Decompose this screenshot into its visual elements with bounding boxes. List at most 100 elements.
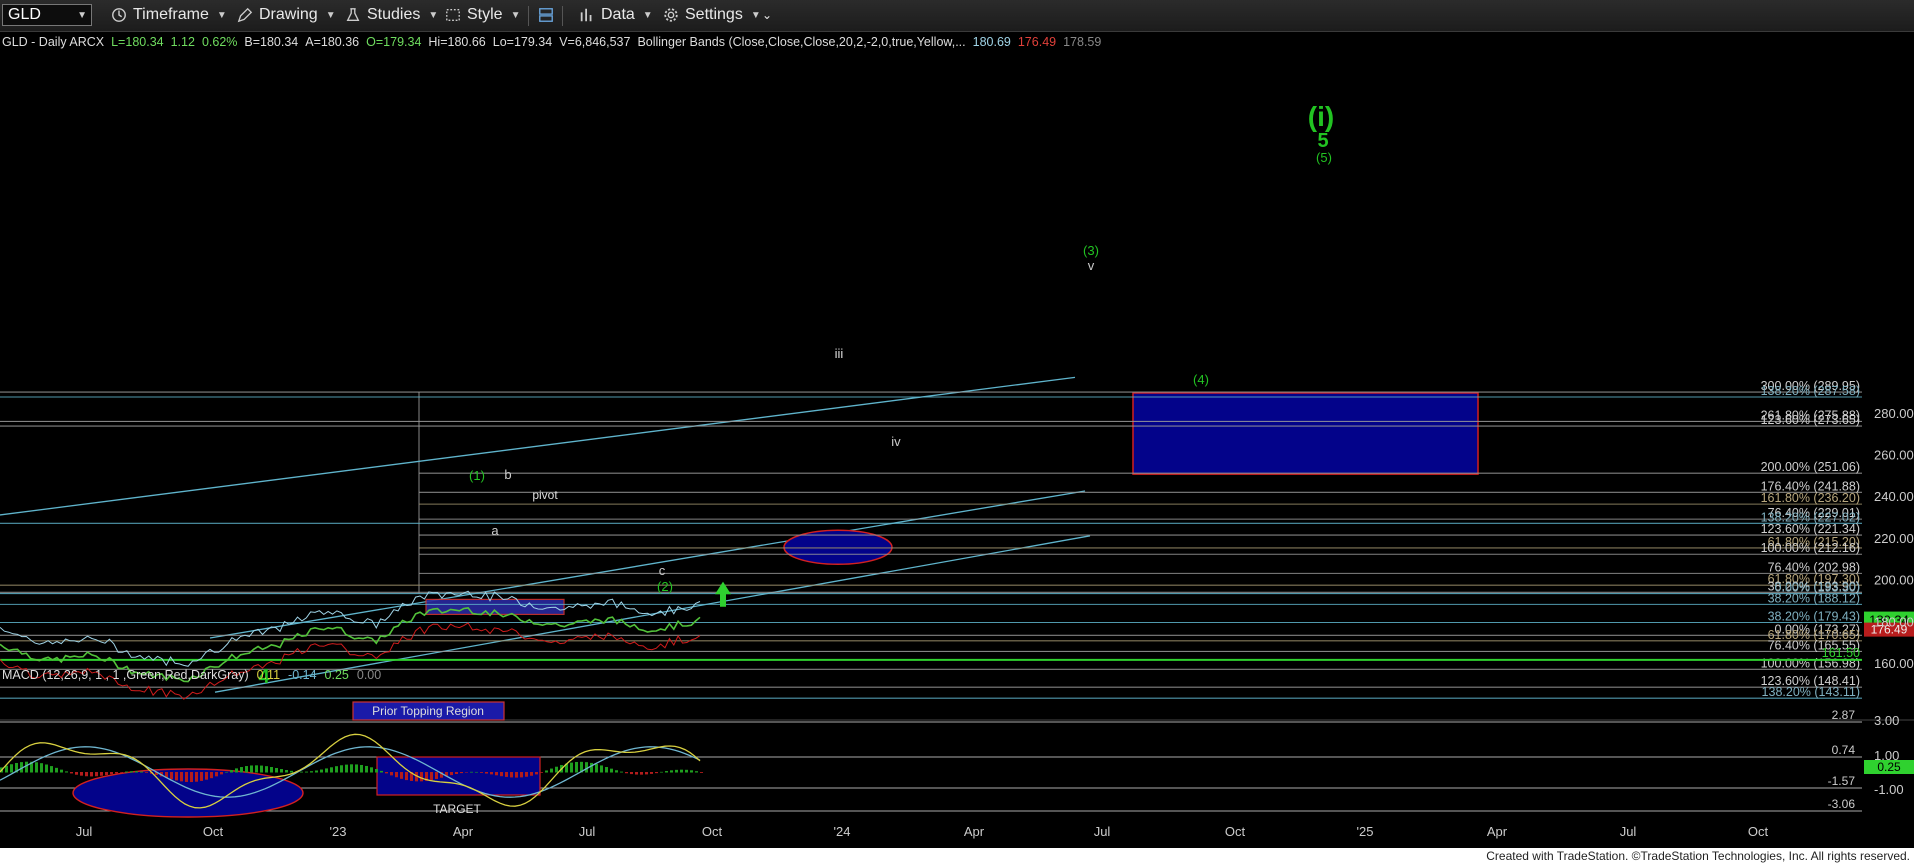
macd-histogram-bar [135,771,138,773]
time-axis-label: Oct [1225,824,1246,839]
macd-histogram-bar [70,772,73,774]
macd-histogram-bar [540,772,543,773]
header-change: 1.12 [171,35,195,49]
chart-area[interactable]: 300.00% (289.95)138.20% (287.58)261.80% … [0,31,1914,848]
time-axis-label: Apr [1487,824,1508,839]
macd-histogram-bar [645,772,648,775]
macd-histogram-bar [525,772,528,777]
macd-histogram-bar [310,771,313,773]
wave-a-label: a [491,523,499,538]
header-bb-lower: 176.49 [1018,35,1056,49]
macd-histogram-bar [85,772,88,777]
macd-histogram-bar [300,771,303,773]
macd-histogram-bar [315,770,318,773]
wave-5-label: 5 [1317,130,1328,152]
macd-histogram-bar [100,772,103,776]
macd-histogram-bar [285,770,288,773]
macd-histogram-bar [555,766,558,773]
macd-histogram-bar [665,771,668,773]
macd-histogram-bar [125,771,128,773]
layout-button[interactable] [537,5,560,25]
footer: Created with TradeStation. ©TradeStation… [0,848,1914,865]
macd-histogram-bar [50,766,53,773]
time-axis-label: Jul [1620,824,1637,839]
macd-histogram-bar [205,772,208,780]
macd-histogram-bar [200,772,203,781]
macd-histogram-bar [55,767,58,773]
more-options-button[interactable]: ⌄ [762,5,772,25]
drawing-menu[interactable]: Drawing ▼ [236,5,336,25]
data-menu[interactable]: Data ▼ [578,5,653,25]
header-low: Lo=179.34 [493,35,552,49]
price-axis-label: 160.00 [1874,656,1914,671]
macd-histogram-bar [330,767,333,773]
macd-histogram-bar [690,770,693,773]
macd-histogram-bar [345,764,348,773]
style-icon [446,9,460,21]
target-zone-box [1132,392,1479,475]
macd-level-label: -1.57 [1828,774,1856,788]
macd-histogram-bar [145,772,148,773]
timeframe-menu[interactable]: Timeframe ▼ [110,5,227,25]
chevron-down-icon: ▼ [750,9,761,21]
channel-middle-line [209,490,1086,639]
macd-histogram-bar [385,772,388,774]
wave-2-label: (2) [657,579,673,594]
macd-histogram-bar [625,772,628,774]
fib-level-label: 100.00% (212.16) [1761,541,1860,555]
macd-histogram-bar [265,766,268,773]
header-high: Hi=180.66 [428,35,485,49]
macd-histogram-bar [95,772,98,777]
fib-level-label: 123.60% (273.65) [1761,413,1860,427]
header-open: O=179.34 [366,35,421,49]
macd-histogram-bar [340,765,343,773]
settings-menu[interactable]: Settings ▼ [662,5,761,25]
macd-histogram-bar [355,764,358,773]
macd-histogram-bar [245,766,248,773]
macd-header-label: MACD (12,26,9, 1 , 1 ,Green,Red,DarkGray… [2,668,249,682]
chevron-down-icon[interactable]: ▼ [77,10,87,21]
macd-histogram-bar [435,772,438,779]
macd-header-v2: -0.14 [288,668,317,682]
toolbar: GLD ▼ Timeframe ▼ Drawing ▼ Studies ▼ Style… [0,0,1914,32]
macd-histogram-bar [535,772,538,775]
macd-histogram-bar [250,765,253,773]
fib-level-label: 138.20% (287.58) [1761,384,1860,398]
time-axis-label: Apr [964,824,985,839]
macd-axis-label: -1.00 [1874,782,1904,797]
fib-level-label: 138.20% (143.11) [1762,685,1860,699]
macd-histogram-bar [570,762,573,773]
macd-histogram-bar [175,772,178,781]
studies-label: Studies [367,6,421,23]
macd-histogram-bar [210,772,213,779]
toolbar-divider [528,6,529,26]
macd-histogram-bar [635,772,638,775]
macd-histogram-bar [650,772,653,774]
style-menu[interactable]: Style ▼ [444,5,520,25]
macd-histogram-bar [490,772,493,775]
wave-c-label: c [659,563,666,578]
macd-histogram-bar [270,766,273,773]
macd-histogram-bar [130,771,133,773]
macd-histogram-bar [685,769,688,773]
header-quote-line: GLD - Daily ARCX L=180.34 1.12 0.62% B=180.3… [2,35,1101,49]
macd-histogram-bar [655,772,658,774]
macd-histogram-bar [365,765,368,773]
macd-histogram-bar [380,770,383,773]
wave-paren5-label: (5) [1316,150,1332,165]
macd-histogram-bar [595,764,598,773]
symbol-input[interactable]: GLD ▼ [2,4,92,26]
macd-histogram-bar [120,772,123,773]
time-axis-label: Apr [453,824,474,839]
macd-histogram-bar [405,772,408,781]
macd-histogram-bar [90,772,93,777]
macd-histogram-bar [35,762,38,773]
header-study: Bollinger Bands (Close,Close,Close,20,2,… [637,35,965,49]
macd-histogram-bar [10,764,13,773]
macd-histogram-bar [80,772,83,776]
macd-histogram-bar [290,770,293,773]
macd-histogram-bar [235,768,238,773]
studies-menu[interactable]: Studies ▼ [344,5,438,25]
macd-histogram-bar [475,771,478,773]
macd-histogram-bar [335,766,338,773]
